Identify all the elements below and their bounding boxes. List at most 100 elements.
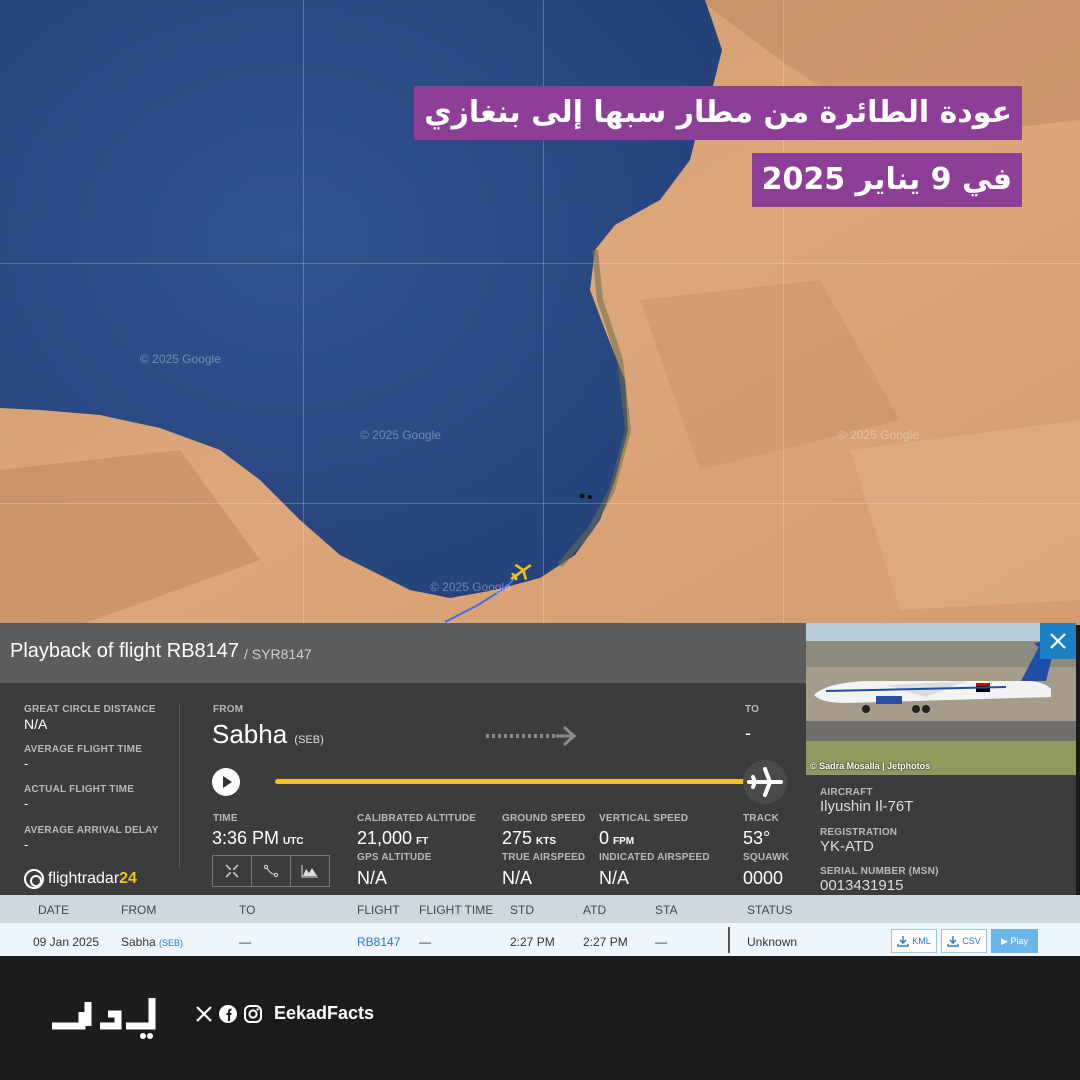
table-header: DATE FROM TO FLIGHT FLIGHT TIME STD ATD … [0, 895, 1080, 923]
logo-text: flightradar [48, 870, 120, 887]
divider [179, 703, 180, 868]
cal-alt-label: CALIBRATED ALTITUDE [357, 813, 477, 824]
close-button[interactable] [1040, 623, 1076, 659]
row-to: — [239, 935, 251, 949]
vertical-speed-label: VERTICAL SPEED [599, 813, 689, 824]
ground-speed-number: 275 [502, 828, 533, 848]
headline-line-1: عودة الطائرة من مطار سبها إلى بنغازي [414, 86, 1022, 140]
route-button[interactable] [252, 856, 291, 886]
route-arrow-icon [486, 725, 577, 747]
graph-button[interactable] [291, 856, 329, 886]
cal-alt-number: 21,000 [357, 828, 413, 848]
footer: EekadFacts [0, 956, 1080, 1080]
progress-plane-handle[interactable] [743, 760, 787, 804]
panel-subtitle: / SYR8147 [244, 646, 312, 662]
aircraft-photo[interactable]: © Sadra Mosalla | Jetphotos [806, 623, 1076, 775]
flightradar24-logo: flightradar 24 [24, 869, 137, 889]
map-gridline [0, 503, 1080, 504]
row-flight-link[interactable]: RB8147 [357, 935, 400, 949]
collapse-button[interactable] [213, 856, 252, 886]
track-value: 53° [743, 828, 771, 848]
logo-number: 24 [119, 870, 137, 887]
social-links: EekadFacts [195, 1003, 374, 1024]
plane-icon [747, 767, 783, 797]
close-icon [1050, 633, 1066, 649]
column-header: FLIGHT [357, 903, 400, 917]
cal-alt-value: 21,000 FT [357, 828, 428, 849]
eekad-logo [52, 998, 156, 1039]
gps-alt-value: N/A [357, 868, 388, 888]
route-icon [263, 864, 279, 878]
aircraft-value[interactable]: Ilyushin Il-76T [820, 798, 913, 815]
great-circle-label: GREAT CIRCLE DISTANCE [24, 704, 156, 715]
panel-titlebar: Playback of flight RB8147 / SYR8147 [0, 623, 806, 683]
registration-value[interactable]: YK-ATD [820, 838, 874, 855]
csv-label: CSV [962, 936, 981, 946]
track-label: TRACK [743, 813, 779, 824]
from-code: (SEB) [294, 734, 324, 746]
panel-title: Playback of flight RB8147 [10, 640, 240, 662]
map-watermark: © 2025 Google [430, 580, 511, 594]
column-header: STA [655, 903, 678, 917]
ground-speed-value: 275 KTS [502, 828, 556, 849]
column-header: ATD [583, 903, 607, 917]
gps-alt-label: GPS ALTITUDE [357, 852, 432, 863]
row-from: Sabha (SEB) [121, 935, 183, 949]
actual-flight-time-value: - [24, 796, 29, 811]
x-icon[interactable] [195, 1005, 213, 1023]
map-watermark: © 2025 Google [838, 428, 919, 442]
to-label: TO [745, 704, 760, 715]
social-handle[interactable]: EekadFacts [274, 1003, 374, 1024]
aircraft-marker-icon[interactable] [508, 561, 534, 583]
row-date: 09 Jan 2025 [33, 935, 100, 949]
table-row[interactable]: 09 Jan 2025 Sabha (SEB) — RB8147 — 2:27 … [0, 923, 1080, 956]
column-header: TO [239, 903, 256, 917]
graph-icon [301, 865, 318, 878]
from-city-name: Sabha [212, 719, 288, 749]
map-controls [212, 855, 330, 887]
vertical-speed-number: 0 [599, 828, 610, 848]
squawk-value: 0000 [743, 868, 784, 888]
kml-download-button[interactable]: KML [891, 929, 937, 953]
from-label: FROM [213, 704, 244, 715]
facebook-icon[interactable] [218, 1004, 238, 1024]
avg-flight-time-label: AVERAGE FLIGHT TIME [24, 744, 143, 755]
from-city[interactable]: Sabha (SEB) [212, 719, 324, 750]
download-icon [897, 936, 909, 947]
headline-line-2: في 9 يناير 2025 [751, 153, 1022, 207]
true-airspeed-label: TRUE AIRSPEED [502, 852, 586, 863]
map-watermark: © 2025 Google [360, 428, 441, 442]
playback-progress-bar[interactable] [275, 779, 765, 784]
map-gridline [303, 0, 304, 625]
ground-speed-label: GROUND SPEED [502, 813, 586, 824]
time-unit: UTC [283, 836, 304, 847]
avg-flight-time-value: - [24, 756, 29, 771]
map-view[interactable]: © 2025 Google © 2025 Google © 2025 Googl… [0, 0, 1080, 625]
ground-speed-unit: KTS [536, 836, 557, 847]
instagram-icon[interactable] [243, 1004, 263, 1024]
row-sta: — [655, 935, 667, 949]
great-circle-value: N/A [24, 716, 48, 732]
row-atd: 2:27 PM [583, 935, 628, 949]
registration-label: REGISTRATION [820, 827, 898, 838]
column-header: DATE [38, 903, 70, 917]
time-number: 3:36 PM [212, 828, 280, 848]
download-icon [947, 936, 959, 947]
playback-play-button[interactable] [212, 768, 240, 796]
column-header: STD [510, 903, 534, 917]
flight-details: GREAT CIRCLE DISTANCE N/A AVERAGE FLIGHT… [0, 683, 806, 895]
column-header: FROM [121, 903, 157, 917]
time-value: 3:36 PM UTC [212, 828, 304, 849]
csv-download-button[interactable]: CSV [941, 929, 987, 953]
avg-arrival-delay-label: AVERAGE ARRIVAL DELAY [24, 825, 159, 836]
serial-value: 0013431915 [820, 877, 904, 894]
vertical-speed-unit: FPM [613, 836, 635, 847]
row-from-city: Sabha [121, 935, 156, 949]
collapse-icon [225, 864, 239, 878]
aircraft-label: AIRCRAFT [820, 787, 873, 798]
serial-label: SERIAL NUMBER (MSN) [820, 866, 939, 877]
kml-label: KML [912, 936, 931, 946]
row-play-button[interactable]: ▶ Play [991, 929, 1038, 953]
vertical-speed-value: 0 FPM [599, 828, 634, 849]
avg-arrival-delay-value: - [24, 837, 29, 852]
